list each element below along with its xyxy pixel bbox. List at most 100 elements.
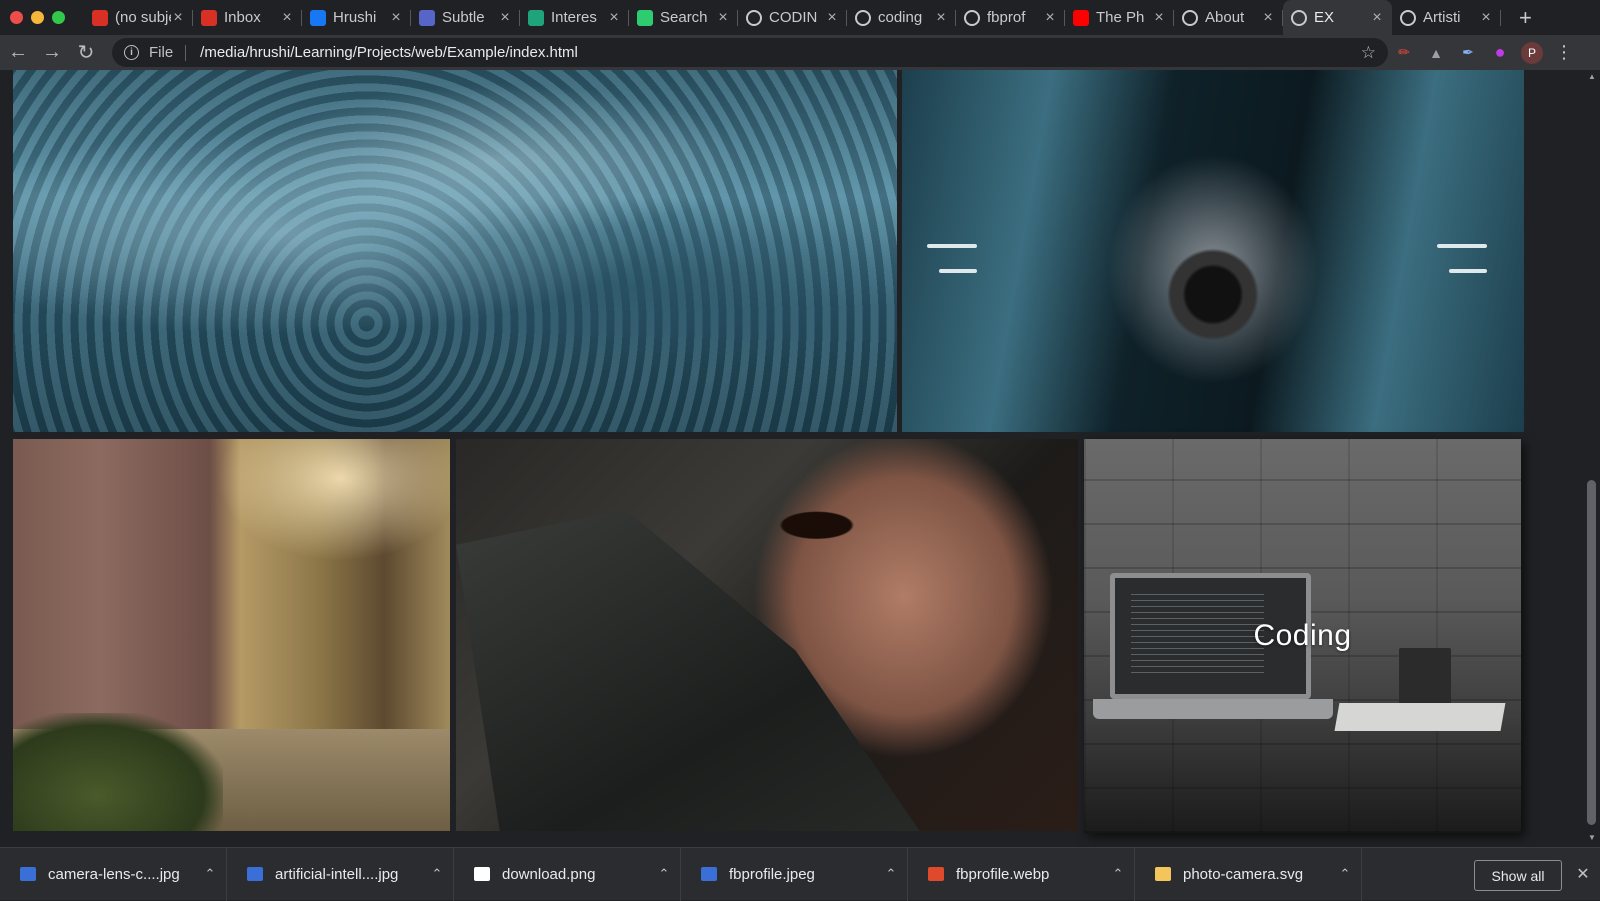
tab-6[interactable]: CODIN × bbox=[738, 0, 847, 35]
forest-brick-wall-image[interactable] bbox=[13, 439, 450, 831]
url-text[interactable]: /media/hrushi/Learning/Projects/web/Exam… bbox=[200, 44, 1361, 61]
search-check-icon bbox=[637, 9, 653, 26]
woman-leaf-image[interactable] bbox=[456, 439, 1078, 831]
close-tab-icon[interactable]: × bbox=[171, 9, 185, 27]
tab-9[interactable]: The Ph × bbox=[1065, 0, 1174, 35]
close-tab-icon[interactable]: × bbox=[498, 9, 512, 27]
tab-10[interactable]: About × bbox=[1174, 0, 1283, 35]
coding-laptop-image[interactable]: Coding bbox=[1084, 439, 1521, 833]
close-tab-icon[interactable]: × bbox=[1261, 9, 1275, 27]
google-icon bbox=[1182, 9, 1198, 26]
chevron-up-icon[interactable]: ⌃ bbox=[1329, 866, 1361, 882]
close-tab-icon[interactable]: × bbox=[825, 9, 839, 27]
close-shelf-icon[interactable]: ✕ bbox=[1574, 864, 1592, 884]
scheme-label: File bbox=[149, 44, 174, 61]
tab-1[interactable]: Inbox × bbox=[193, 0, 302, 35]
menu-button[interactable]: ⋮ bbox=[1548, 37, 1580, 69]
download-item[interactable]: fbprofile.webp ⌃ bbox=[908, 847, 1135, 901]
extension-bottle-button[interactable]: ▲ bbox=[1420, 37, 1452, 69]
bookmark-star-icon[interactable]: ☆ bbox=[1361, 43, 1376, 63]
youtube-icon bbox=[1073, 9, 1089, 26]
purple-circle-icon: ● bbox=[1494, 42, 1506, 62]
close-tab-icon[interactable]: × bbox=[389, 9, 403, 27]
show-all-downloads-button[interactable]: Show all bbox=[1474, 860, 1562, 891]
color-pen-icon: ✏ bbox=[1398, 44, 1410, 60]
tab-2[interactable]: Hrushi × bbox=[302, 0, 411, 35]
chevron-up-icon[interactable]: ⌃ bbox=[194, 866, 226, 882]
tab-12[interactable]: Artisti × bbox=[1392, 0, 1501, 35]
tab-0[interactable]: (no subject)× bbox=[84, 0, 193, 35]
download-filename: download.png bbox=[502, 865, 596, 883]
tabs: (no subject)×Inbox×Hrushi×Subtle×Interes… bbox=[84, 0, 1501, 35]
close-tab-icon[interactable]: × bbox=[716, 9, 730, 27]
facebook-icon bbox=[310, 9, 326, 26]
chevron-up-icon[interactable]: ⌃ bbox=[1102, 866, 1134, 882]
download-item[interactable]: artificial-intell....jpg ⌃ bbox=[227, 847, 454, 901]
tab-5[interactable]: Search × bbox=[629, 0, 738, 35]
photographer-camera-image[interactable] bbox=[902, 70, 1524, 432]
download-item[interactable]: photo-camera.svg ⌃ bbox=[1135, 847, 1362, 901]
tab-title: Search bbox=[660, 9, 708, 26]
scroll-thumb[interactable] bbox=[1587, 480, 1596, 825]
forward-button[interactable]: → bbox=[36, 37, 68, 69]
close-tab-icon[interactable]: × bbox=[934, 9, 948, 27]
info-icon[interactable]: i bbox=[124, 45, 139, 60]
reload-button[interactable]: ↻ bbox=[70, 37, 102, 69]
tab-title: The Ph bbox=[1096, 9, 1145, 26]
download-filename: camera-lens-c....jpg bbox=[48, 865, 180, 883]
water-waves-image[interactable] bbox=[13, 70, 897, 432]
minimize-window-button[interactable] bbox=[31, 11, 44, 24]
download-filename: artificial-intell....jpg bbox=[275, 865, 399, 883]
extension-colorpicker-button[interactable]: ✏ bbox=[1388, 37, 1420, 69]
globe-icon bbox=[1291, 9, 1307, 26]
chevron-up-icon[interactable]: ⌃ bbox=[875, 866, 907, 882]
tab-7[interactable]: coding × bbox=[847, 0, 956, 35]
arrow-left-icon: ← bbox=[8, 41, 28, 63]
image-file-icon bbox=[701, 867, 717, 881]
google-icon bbox=[1400, 9, 1416, 26]
tab-title: (no subject) bbox=[115, 9, 171, 26]
toolbar: ← → ↻ i File /media/hrushi/Learning/Proj… bbox=[0, 35, 1600, 70]
tab-8[interactable]: fbprof × bbox=[956, 0, 1065, 35]
chevron-up-icon[interactable]: ⌃ bbox=[421, 866, 453, 882]
tab-3[interactable]: Subtle × bbox=[411, 0, 520, 35]
back-button[interactable]: ← bbox=[2, 37, 34, 69]
download-item[interactable]: download.png ⌃ bbox=[454, 847, 681, 901]
profile-button[interactable]: P bbox=[1516, 37, 1548, 69]
tab-title: About bbox=[1205, 9, 1245, 26]
chevron-up-icon[interactable]: ⌃ bbox=[648, 866, 680, 882]
maximize-window-button[interactable] bbox=[52, 11, 65, 24]
new-tab-button[interactable]: + bbox=[1501, 0, 1532, 35]
close-tab-icon[interactable]: × bbox=[1152, 9, 1166, 27]
close-window-button[interactable] bbox=[10, 11, 23, 24]
tab-title: Artisti bbox=[1423, 9, 1461, 26]
close-tab-icon[interactable]: × bbox=[1370, 9, 1384, 27]
close-tab-icon[interactable]: × bbox=[1479, 9, 1493, 27]
bottle-icon: ▲ bbox=[1429, 44, 1443, 61]
image-caption: Coding bbox=[1253, 619, 1352, 652]
tab-title: fbprof bbox=[987, 9, 1026, 26]
extension-circle-button[interactable]: ● bbox=[1484, 37, 1516, 69]
tab-title: Interes bbox=[551, 9, 597, 26]
pen-icon: ✒ bbox=[1462, 44, 1474, 60]
extension-pen-button[interactable]: ✒ bbox=[1452, 37, 1484, 69]
close-tab-icon[interactable]: × bbox=[607, 9, 621, 27]
window-controls bbox=[0, 0, 84, 35]
tab-strip: (no subject)×Inbox×Hrushi×Subtle×Interes… bbox=[0, 0, 1600, 35]
image-file-icon bbox=[20, 867, 36, 881]
address-bar[interactable]: i File /media/hrushi/Learning/Projects/w… bbox=[112, 38, 1388, 67]
close-tab-icon[interactable]: × bbox=[280, 9, 294, 27]
scroll-down-arrow-icon[interactable]: ▼ bbox=[1587, 833, 1597, 843]
vertical-scrollbar[interactable]: ▲ ▼ bbox=[1584, 70, 1600, 847]
download-item[interactable]: fbprofile.jpeg ⌃ bbox=[681, 847, 908, 901]
page-viewport: Coding bbox=[0, 70, 1584, 847]
tab-4[interactable]: Interes × bbox=[520, 0, 629, 35]
scroll-up-arrow-icon[interactable]: ▲ bbox=[1587, 72, 1597, 82]
download-item[interactable]: camera-lens-c....jpg ⌃ bbox=[0, 847, 227, 901]
tab-title: EX bbox=[1314, 9, 1335, 26]
close-tab-icon[interactable]: × bbox=[1043, 9, 1057, 27]
globe-icon bbox=[964, 9, 980, 26]
tab-title: Hrushi bbox=[333, 9, 377, 26]
png-file-icon bbox=[474, 867, 490, 881]
tab-11[interactable]: EX × bbox=[1283, 0, 1392, 35]
